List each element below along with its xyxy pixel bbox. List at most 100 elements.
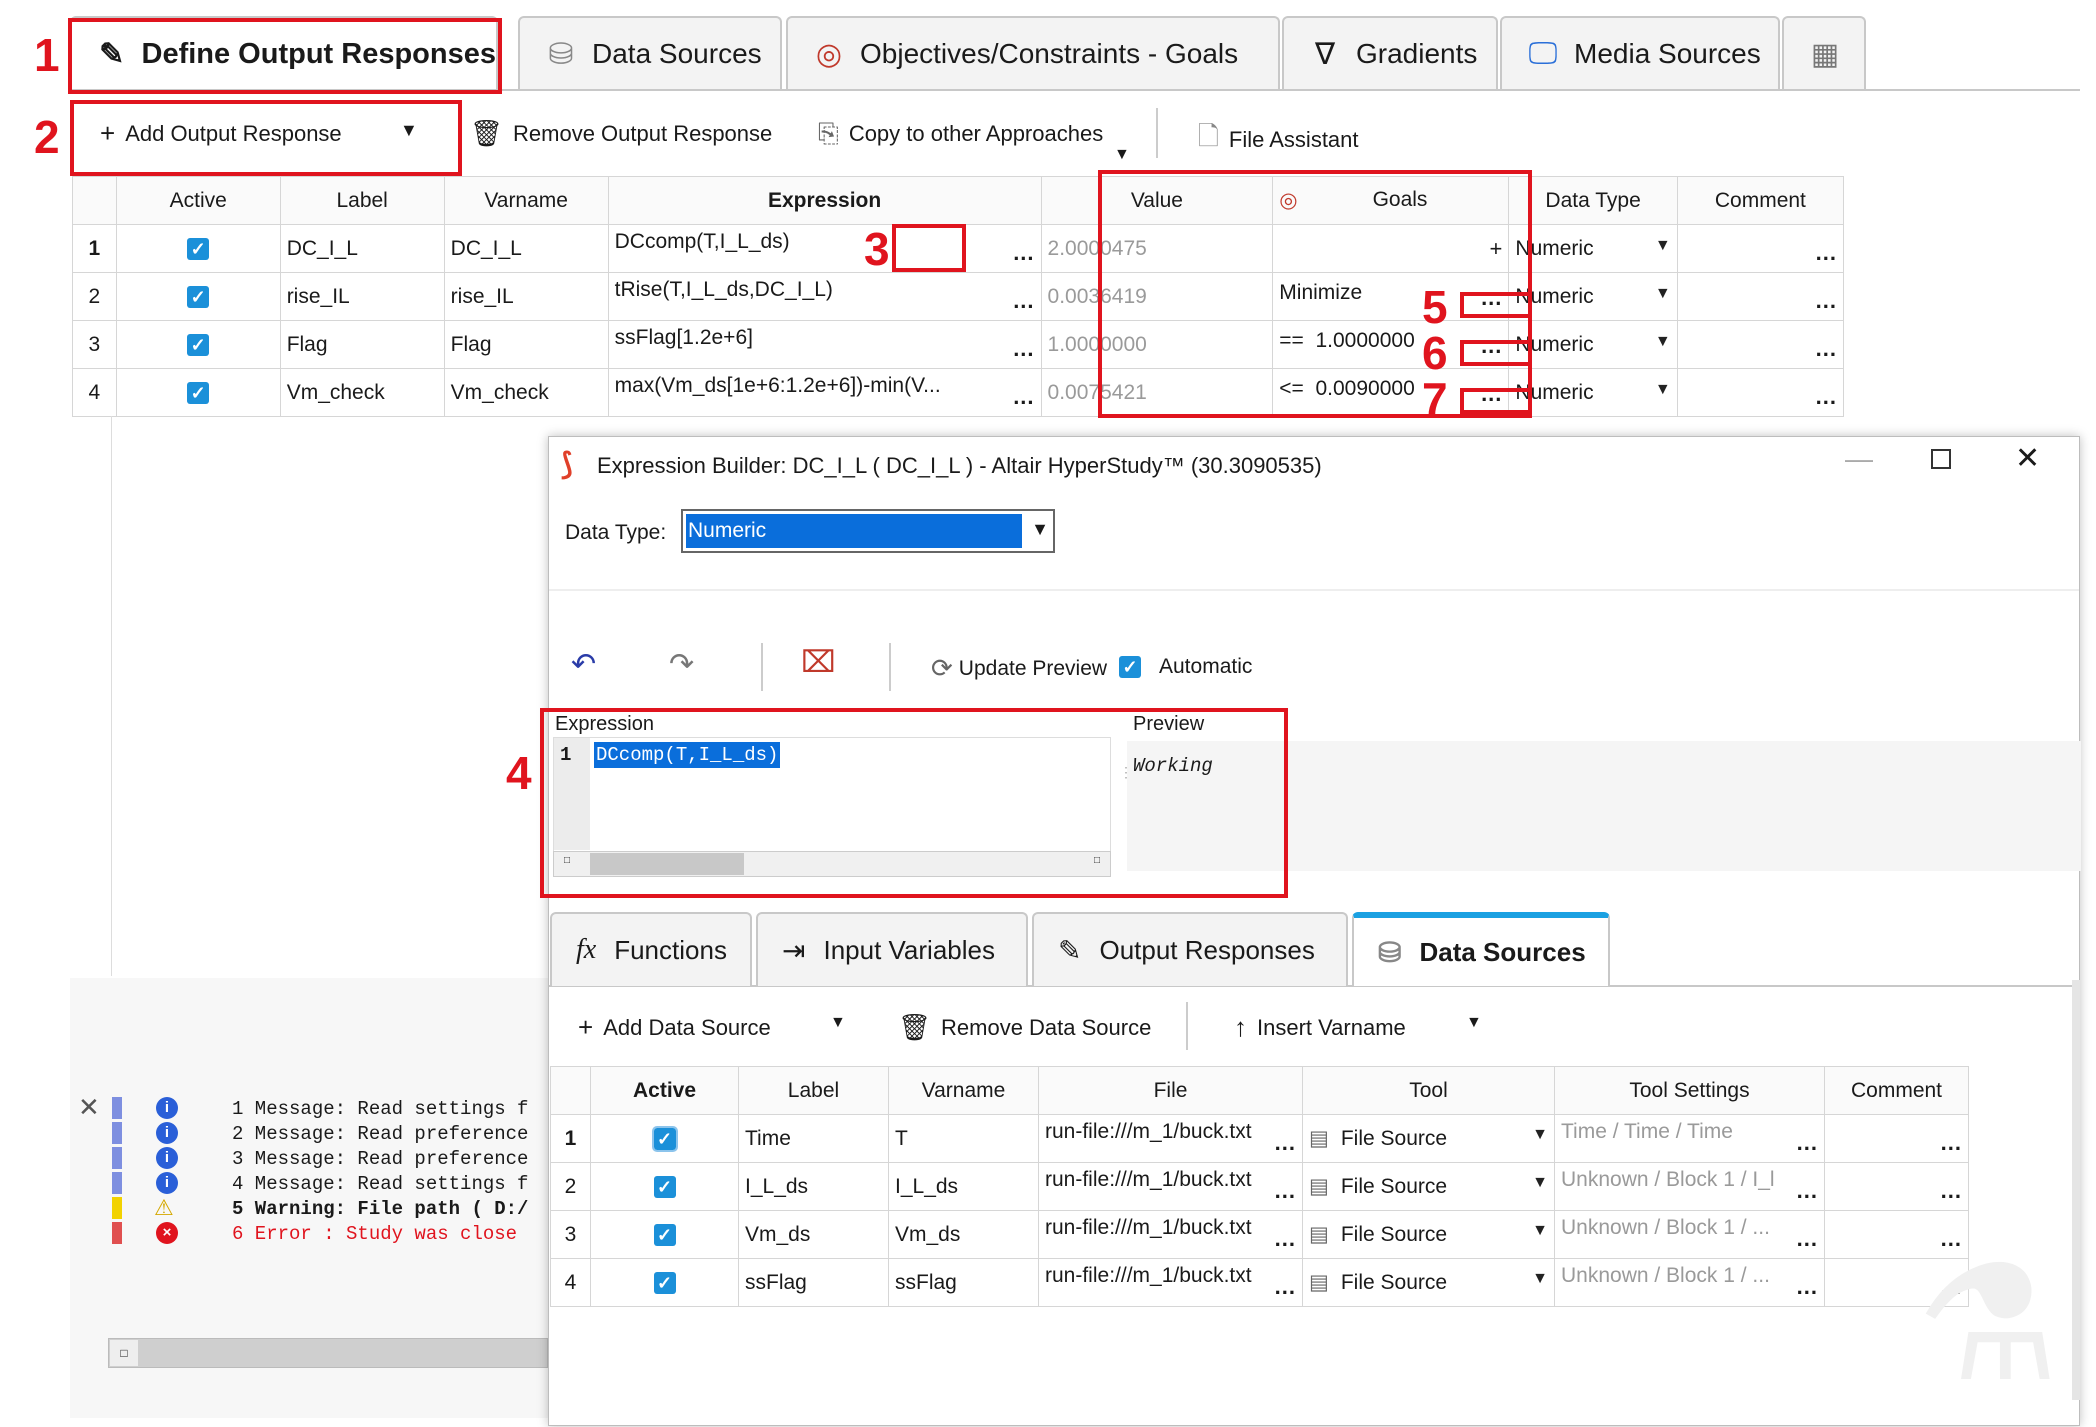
redo-icon[interactable]: ↷ (669, 647, 694, 682)
column-header[interactable]: Expression (607, 176, 1042, 225)
settings-ellipsis-button[interactable]: ... (1797, 1224, 1818, 1254)
column-header[interactable]: File (1038, 1066, 1303, 1115)
expression-ellipsis-button[interactable]: ... (1013, 382, 1034, 412)
table-row[interactable]: 4 ✓ Vm_check Vm_check max(Vm_ds[1e+6:1.2… (72, 368, 1845, 417)
monitor-icon: 🖵 (1528, 37, 1558, 70)
column-header[interactable]: Active (590, 1066, 739, 1115)
minimize-icon[interactable]: — (1845, 443, 1873, 475)
copy-to-other-approaches-button[interactable]: ⎘ Copy to other Approaches (818, 118, 1103, 150)
table-row[interactable]: 4 ✓ ssFlag ssFlag run-file:///m_1/buck.t… (550, 1258, 1969, 1307)
settings-ellipsis-button[interactable]: ... (1797, 1176, 1818, 1206)
chevron-down-icon[interactable]: ▼ (1655, 285, 1671, 303)
column-header[interactable]: Label (738, 1066, 889, 1115)
close-log-icon[interactable]: ✕ (78, 1092, 100, 1123)
fx-icon: fx (576, 934, 597, 965)
scroll-left-icon[interactable]: □ (110, 1340, 138, 1366)
file-source-icon: ▤ (1309, 1175, 1329, 1198)
expression-ellipsis-button[interactable]: ... (1013, 238, 1034, 268)
table-row[interactable]: 3 ✓ Flag Flag ssFlag[1.2e+6]... 1.000000… (72, 320, 1845, 369)
active-checkbox[interactable]: ✓ (653, 1271, 676, 1294)
file-ellipsis-button[interactable]: ... (1275, 1176, 1296, 1206)
altair-logo-icon: ⟆ (561, 448, 573, 481)
column-header[interactable]: Tool Settings (1554, 1066, 1825, 1115)
insert-varname-dropdown[interactable]: ▼ (1466, 1014, 1482, 1032)
expression-ellipsis-button[interactable]: ... (1013, 286, 1034, 316)
tab-data-sources[interactable]: ⛁ Data Sources (1352, 912, 1610, 986)
column-header[interactable]: Active (115, 176, 281, 225)
chevron-down-icon[interactable]: ▼ (1031, 519, 1049, 540)
copy-dropdown[interactable]: ▼ (1114, 146, 1130, 164)
warning-icon: ⚠ (154, 1195, 174, 1220)
comment-ellipsis-button[interactable]: ... (1816, 334, 1837, 364)
database-icon: ⛁ (1378, 936, 1402, 968)
comment-ellipsis-button[interactable]: ... (1941, 1176, 1962, 1206)
comment-ellipsis-button[interactable]: ... (1816, 238, 1837, 268)
active-checkbox[interactable]: ✓ (653, 1175, 676, 1198)
file-assistant-button[interactable]: 🗋 File Assistant (1198, 118, 1359, 162)
tab-grid-view[interactable]: ▦ (1782, 16, 1866, 90)
file-ellipsis-button[interactable]: ... (1275, 1272, 1296, 1302)
info-icon: i (156, 1172, 178, 1194)
vertical-scrollbar[interactable] (2072, 980, 2080, 1400)
tab-output-responses[interactable]: ✎ Output Responses (1032, 912, 1348, 986)
add-data-source-dropdown[interactable]: ▼ (830, 1014, 846, 1032)
info-icon: i (156, 1147, 178, 1169)
column-header[interactable]: Label (279, 176, 445, 225)
table-row[interactable]: 3 ✓ Vm_ds Vm_ds run-file:///m_1/buck.txt… (550, 1210, 1969, 1259)
tab-gradients[interactable]: ∇ Gradients (1282, 16, 1498, 90)
tab-input-variables[interactable]: ⇥ Input Variables (756, 912, 1028, 986)
chevron-down-icon[interactable]: ▼ (1655, 381, 1671, 399)
insert-varname-button[interactable]: ↑ Insert Varname (1234, 1012, 1406, 1043)
comment-ellipsis-button[interactable]: ... (1816, 382, 1837, 412)
active-checkbox[interactable]: ✓ (187, 333, 210, 356)
log-horizontal-scrollbar[interactable] (108, 1338, 548, 1368)
close-icon[interactable]: ✕ (2015, 441, 2040, 476)
file-ellipsis-button[interactable]: ... (1275, 1128, 1296, 1158)
comment-ellipsis-button[interactable]: ... (1941, 1128, 1962, 1158)
tab-functions[interactable]: fx Functions (550, 912, 752, 986)
annotation-number: 3 (864, 223, 890, 275)
tab-objectives-goals[interactable]: ◎ Objectives/Constraints - Goals (786, 16, 1280, 90)
automatic-check[interactable]: ✓ (1119, 656, 1141, 678)
active-checkbox[interactable]: ✓ (187, 285, 210, 308)
update-preview-button[interactable]: ⟳ Update Preview (931, 653, 1107, 684)
active-checkbox[interactable]: ✓ (653, 1223, 676, 1246)
remove-data-source-button[interactable]: 🗑 Remove Data Source (898, 1012, 1151, 1043)
active-checkbox[interactable]: ✓ (651, 1125, 678, 1152)
active-checkbox[interactable]: ✓ (187, 381, 210, 404)
data-type-select[interactable]: Numeric ▼ (681, 509, 1055, 553)
column-header[interactable]: Data Type (1508, 176, 1678, 225)
table-row[interactable]: 2 ✓ I_L_ds I_L_ds run-file:///m_1/buck.t… (550, 1162, 1969, 1211)
active-checkbox[interactable]: ✓ (187, 237, 210, 260)
log-line: 5 Warning: File path ( D:/ (232, 1198, 529, 1220)
info-icon: i (156, 1122, 178, 1144)
log-line: 4 Message: Read settings f (232, 1173, 529, 1195)
chevron-down-icon[interactable]: ▼ (1655, 237, 1671, 255)
column-header[interactable]: Tool (1302, 1066, 1555, 1115)
column-header[interactable]: Comment (1824, 1066, 1969, 1115)
column-header[interactable]: Varname (443, 176, 609, 225)
grid-icon: ▦ (1810, 37, 1840, 71)
automatic-checkbox[interactable]: ✓ Automatic (1119, 655, 1252, 679)
table-row[interactable]: 1 ✓ Time T run-file:///m_1/buck.txt... ▤… (550, 1114, 1969, 1163)
chevron-down-icon[interactable]: ▼ (1532, 1270, 1548, 1288)
chevron-down-icon[interactable]: ▼ (1655, 333, 1671, 351)
file-ellipsis-button[interactable]: ... (1275, 1224, 1296, 1254)
expression-ellipsis-button[interactable]: ... (1013, 334, 1034, 364)
chevron-down-icon[interactable]: ▼ (1532, 1222, 1548, 1240)
tab-data-sources[interactable]: ⛁ Data Sources (518, 16, 782, 90)
column-header[interactable]: Comment (1676, 176, 1845, 225)
settings-ellipsis-button[interactable]: ... (1797, 1272, 1818, 1302)
column-header[interactable]: Varname (888, 1066, 1039, 1115)
clear-expression-icon[interactable]: ⌧ (801, 645, 836, 680)
comment-ellipsis-button[interactable]: ... (1816, 286, 1837, 316)
remove-output-response-button[interactable]: 🗑 Remove Output Response (470, 118, 772, 149)
maximize-icon[interactable] (1931, 449, 1951, 469)
table-row[interactable]: 2 ✓ rise_IL rise_IL tRise(T,I_L_ds,DC_I_… (72, 272, 1845, 321)
chevron-down-icon[interactable]: ▼ (1532, 1126, 1548, 1144)
undo-icon[interactable]: ↶ (571, 647, 596, 682)
add-data-source-button[interactable]: + Add Data Source (578, 1012, 771, 1043)
tab-media-sources[interactable]: 🖵 Media Sources (1500, 16, 1780, 90)
settings-ellipsis-button[interactable]: ... (1797, 1128, 1818, 1158)
chevron-down-icon[interactable]: ▼ (1532, 1174, 1548, 1192)
